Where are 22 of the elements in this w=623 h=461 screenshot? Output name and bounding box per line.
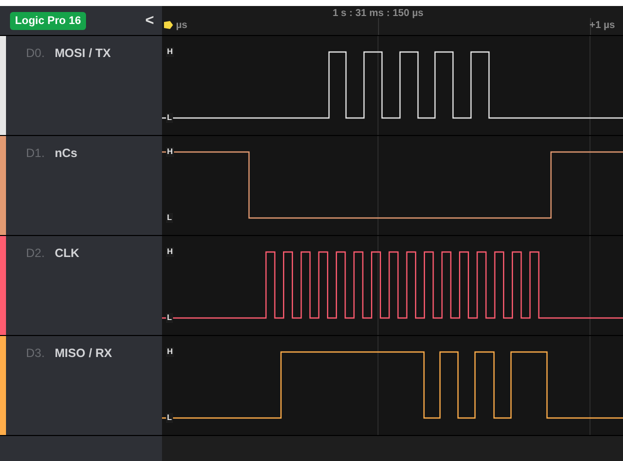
channel-index: D0. xyxy=(26,46,45,60)
channel-index: D1. xyxy=(26,146,45,160)
channel-name: nCs xyxy=(54,146,78,160)
low-level-label: L xyxy=(166,213,173,223)
low-level-label: L xyxy=(166,113,173,123)
channel-name: MISO / RX xyxy=(54,346,112,360)
low-level-label: L xyxy=(166,313,173,323)
high-level-label: H xyxy=(166,47,174,57)
low-level-label: L xyxy=(166,413,173,423)
time-label: +1 µs xyxy=(589,20,615,31)
time-label: µs xyxy=(176,20,188,31)
cursor-time-label: 1 s : 31 ms : 150 µs xyxy=(332,8,424,19)
channel-index: D2. xyxy=(26,246,45,260)
high-level-label: H xyxy=(166,147,174,157)
device-badge: Logic Pro 16 xyxy=(10,12,86,30)
high-level-label: H xyxy=(166,347,174,357)
channel-name: CLK xyxy=(54,246,80,260)
channel-name: MOSI / TX xyxy=(54,46,111,60)
channel-index: D3. xyxy=(26,346,45,360)
marker-icon[interactable] xyxy=(164,21,173,29)
high-level-label: H xyxy=(166,247,174,257)
collapse-button[interactable]: < xyxy=(145,12,154,29)
